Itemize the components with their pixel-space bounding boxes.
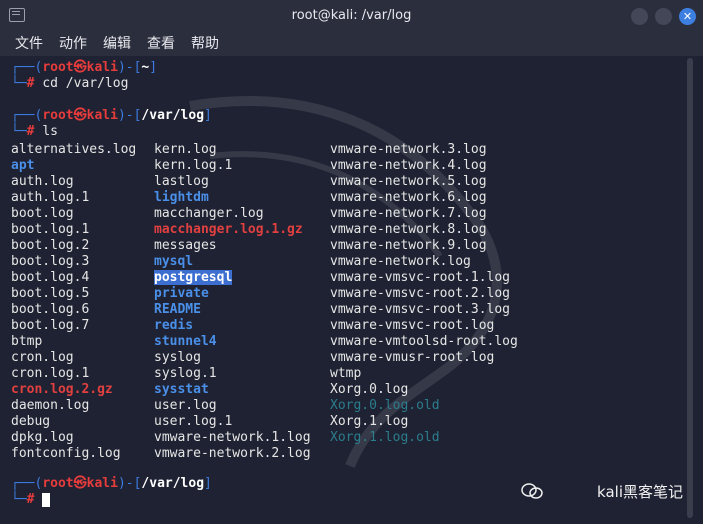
prompt-2-command-line: └─# ls [11,124,58,139]
prompt-command: cd /var/log [42,76,129,91]
prompt-3-command-line: └─# [11,492,35,507]
terminal-window: root@kali: /var/log ✕ 文件 动作 编辑 查看 帮助 ┌──… [0,0,703,524]
ls-entry: boot.log.2 [11,238,90,253]
ls-entry: vmware-vmsvc-root.log [330,318,495,333]
ls-entry: README [154,302,201,317]
text-cursor [42,493,50,507]
ls-entry: vmware-vmtoolsd-root.log [330,334,518,349]
ls-entry: vmware-network.2.log [154,446,311,461]
ls-entry: alternatives.log [11,142,137,157]
ls-entry: sysstat [154,382,209,397]
ls-entry: macchanger.log [154,206,264,221]
prompt-path: ~ [141,60,150,75]
ls-entry: boot.log.6 [11,302,90,317]
ls-entry: Xorg.1.log [330,414,409,429]
ls-entry: syslog [154,350,201,365]
ls-entry: kern.log [154,142,217,157]
ls-entry: user.log.1 [154,414,233,429]
ls-entry: boot.log.1 [11,222,90,237]
prompt-path: /var/log [141,108,205,123]
ls-entry: Xorg.1.log.old [330,430,440,445]
menu-edit[interactable]: 编辑 [103,32,131,56]
menu-help[interactable]: 帮助 [191,32,219,56]
menu-file[interactable]: 文件 [15,32,43,56]
ls-entry: messages [154,238,217,253]
ls-entry: vmware-vmsvc-root.2.log [330,286,511,301]
ls-entry: vmware-vmsvc-root.1.log [330,270,511,285]
ls-entry: vmware-network.3.log [330,142,487,157]
ls-entry: wtmp [330,366,362,381]
close-button[interactable]: ✕ [679,8,696,25]
ls-entry: vmware-network.4.log [330,158,487,173]
scrollbar[interactable] [687,58,693,518]
ls-entry: boot.log.5 [11,286,90,301]
maximize-button[interactable] [655,8,672,25]
ls-entry: lastlog [154,174,209,189]
prompt-3-header: ┌──(root㉿kali)-[/var/log] [11,476,212,491]
ls-entry: macchanger.log.1.gz [154,222,303,237]
ls-entry: Xorg.0.log [330,382,409,397]
ls-entry: cron.log.1 [11,366,90,381]
ls-entry: Xorg.0.log.old [330,398,440,413]
minimize-button[interactable] [631,8,648,25]
prompt-1-command-line: └─# cd /var/log [11,76,129,91]
ls-entry: vmware-vmsvc-root.3.log [330,302,511,317]
ls-entry: btmp [11,334,43,349]
ls-entry: vmware-vmusr-root.log [330,350,495,365]
ls-entry: lightdm [154,190,209,205]
title-bar: root@kali: /var/log ✕ [0,0,703,32]
ls-entry: syslog.1 [154,366,217,381]
watermark-label: kali黑客笔记 [597,483,683,501]
ls-entry: vmware-network.log [330,254,471,269]
prompt-1-header: ┌──(root㉿kali)-[~] [11,60,158,75]
terminal-output[interactable]: ┌──(root㉿kali)-[~] └─# cd /var/log ┌──(r… [0,56,703,524]
ls-entry: mysql [154,254,194,269]
ls-entry: apt [11,158,35,173]
ls-entry: boot.log.3 [11,254,90,269]
ls-entry: redis [154,318,194,333]
ls-entry: private [154,286,209,301]
ls-entry: boot.log.4 [11,270,90,285]
ls-entry: vmware-network.7.log [330,206,487,221]
ls-entry: auth.log.1 [11,190,90,205]
ls-entry: vmware-network.5.log [330,174,487,189]
ls-entry: boot.log [11,206,74,221]
prompt-user: root㉿kali [42,108,118,123]
menu-bar: 文件 动作 编辑 查看 帮助 [0,32,703,56]
ls-entry: vmware-network.9.log [330,238,487,253]
ls-entry: cron.log [11,350,74,365]
prompt-command: ls [42,124,58,139]
window-title: root@kali: /var/log [291,8,412,23]
wechat-icon [521,483,543,499]
prompt-path: /var/log [141,476,205,491]
prompt-2-header: ┌──(root㉿kali)-[/var/log] [11,108,212,123]
menu-view[interactable]: 查看 [147,32,175,56]
ls-entry: debug [11,414,51,429]
ls-entry: stunnel4 [154,334,217,349]
ls-entry: cron.log.2.gz [11,382,113,397]
menu-action[interactable]: 动作 [59,32,87,56]
ls-entry: postgresql [154,270,233,285]
ls-entry: vmware-network.1.log [154,430,311,445]
ls-entry: auth.log [11,174,74,189]
ls-entry: fontconfig.log [11,446,121,461]
ls-entry: dpkg.log [11,430,74,445]
ls-entry: boot.log.7 [11,318,90,333]
prompt-user: root㉿kali [42,476,118,491]
ls-entry: kern.log.1 [154,158,233,173]
prompt-user: root㉿kali [42,60,118,75]
ls-entry: user.log [154,398,217,413]
ls-entry: vmware-network.8.log [330,222,487,237]
ls-entry: vmware-network.6.log [330,190,487,205]
ls-entry: daemon.log [11,398,90,413]
